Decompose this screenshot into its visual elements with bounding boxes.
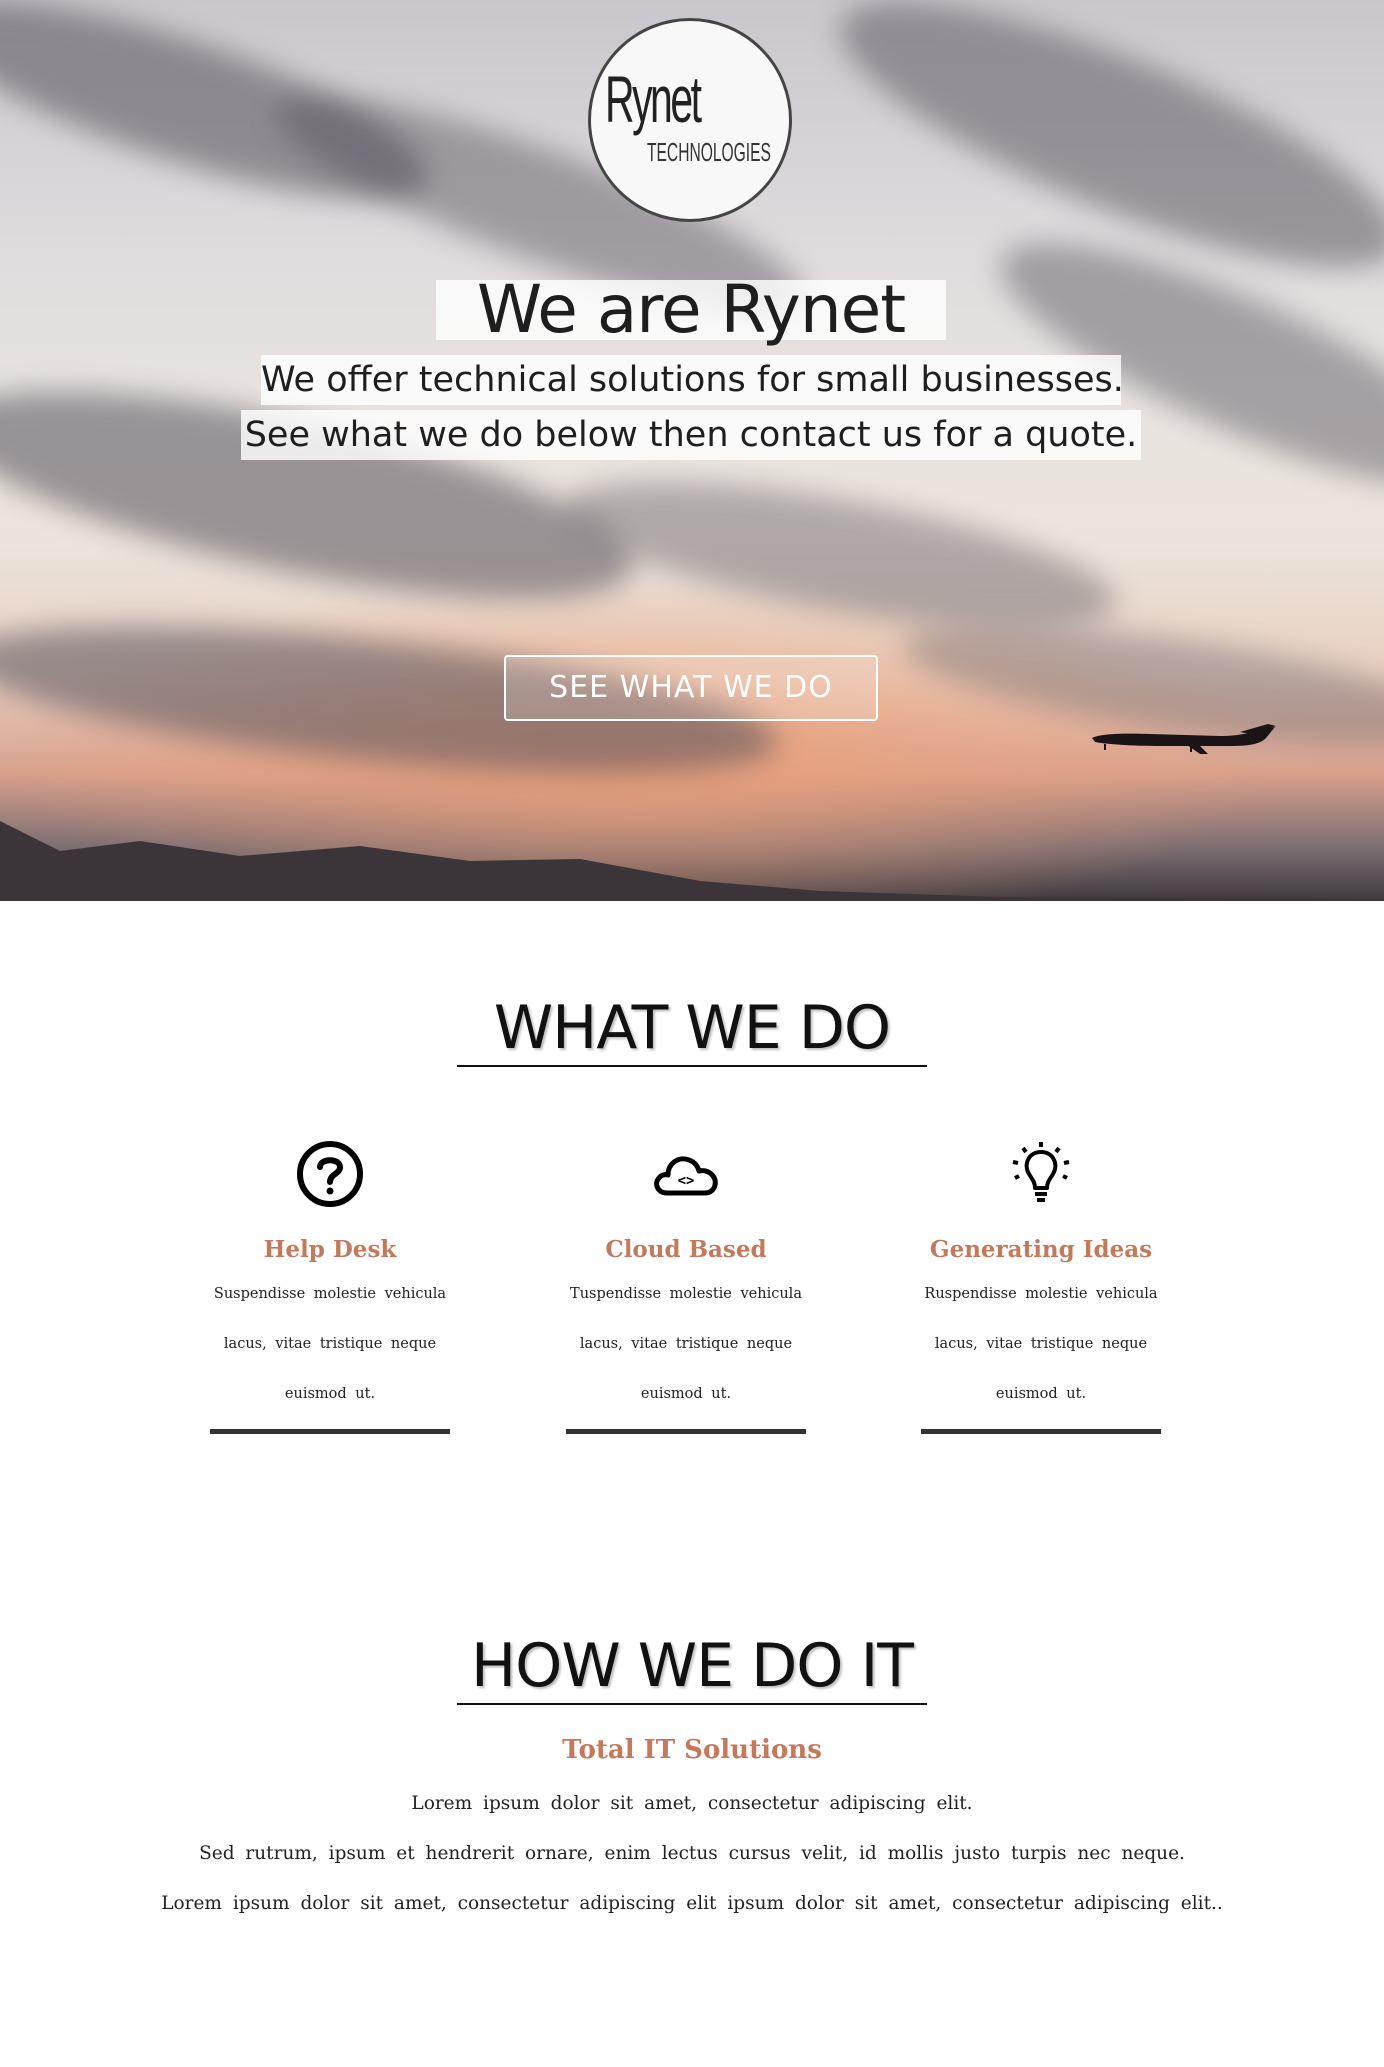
logo-subtext: TECHNOLOGIES [647,137,771,167]
what-we-do-title: WHAT WE DO [457,995,927,1067]
feature-divider [921,1429,1161,1434]
cloud-code-icon: <> [566,1138,806,1210]
mountain-silhouette [0,821,1384,901]
how-we-do-it-subtitle: Total IT Solutions [562,1735,822,1765]
logo[interactable]: Rynet TECHNOLOGIES [588,18,792,222]
how-paragraph-2: Sed rutrum, ipsum et hendrerit ornare, e… [199,1843,1185,1864]
how-paragraph-3: Lorem ipsum dolor sit amet, consectetur … [161,1893,1223,1914]
question-circle-icon [210,1138,450,1210]
hero-headline: We are Rynet [436,277,946,343]
hero-tagline-1: We offer technical solutions for small b… [261,355,1124,405]
logo-wordmark: Rynet [605,62,702,136]
feature-title: Generating Ideas [929,1236,1153,1263]
how-we-do-it-title: HOW WE DO IT [457,1633,927,1705]
lightbulb-icon [921,1138,1161,1210]
hero-tagline-2: See what we do below then contact us for… [241,410,1141,460]
feature-help-desk: Help Desk Suspendisse molestie vehicula … [210,1138,450,1434]
see-what-we-do-button[interactable]: SEE WHAT WE DO [504,655,878,721]
feature-divider [566,1429,806,1434]
feature-cloud-based: <> Cloud Based Tuspendisse molestie vehi… [566,1138,806,1434]
feature-description: Suspendisse molestie vehicula lacus, vit… [213,1286,447,1402]
feature-title: Cloud Based [605,1236,767,1263]
hero-section: Rynet TECHNOLOGIES We are Rynet We offer… [0,0,1384,901]
feature-generating-ideas: Generating Ideas Ruspendisse molestie ve… [921,1138,1161,1434]
feature-description: Ruspendisse molestie vehicula lacus, vit… [924,1286,1158,1402]
airplane-icon [1092,724,1276,754]
feature-divider [210,1429,450,1434]
feature-title: Help Desk [263,1236,397,1263]
svg-text:<>: <> [678,1173,695,1189]
how-paragraph-1: Lorem ipsum dolor sit amet, consectetur … [411,1793,973,1814]
feature-description: Tuspendisse molestie vehicula lacus, vit… [570,1286,802,1402]
